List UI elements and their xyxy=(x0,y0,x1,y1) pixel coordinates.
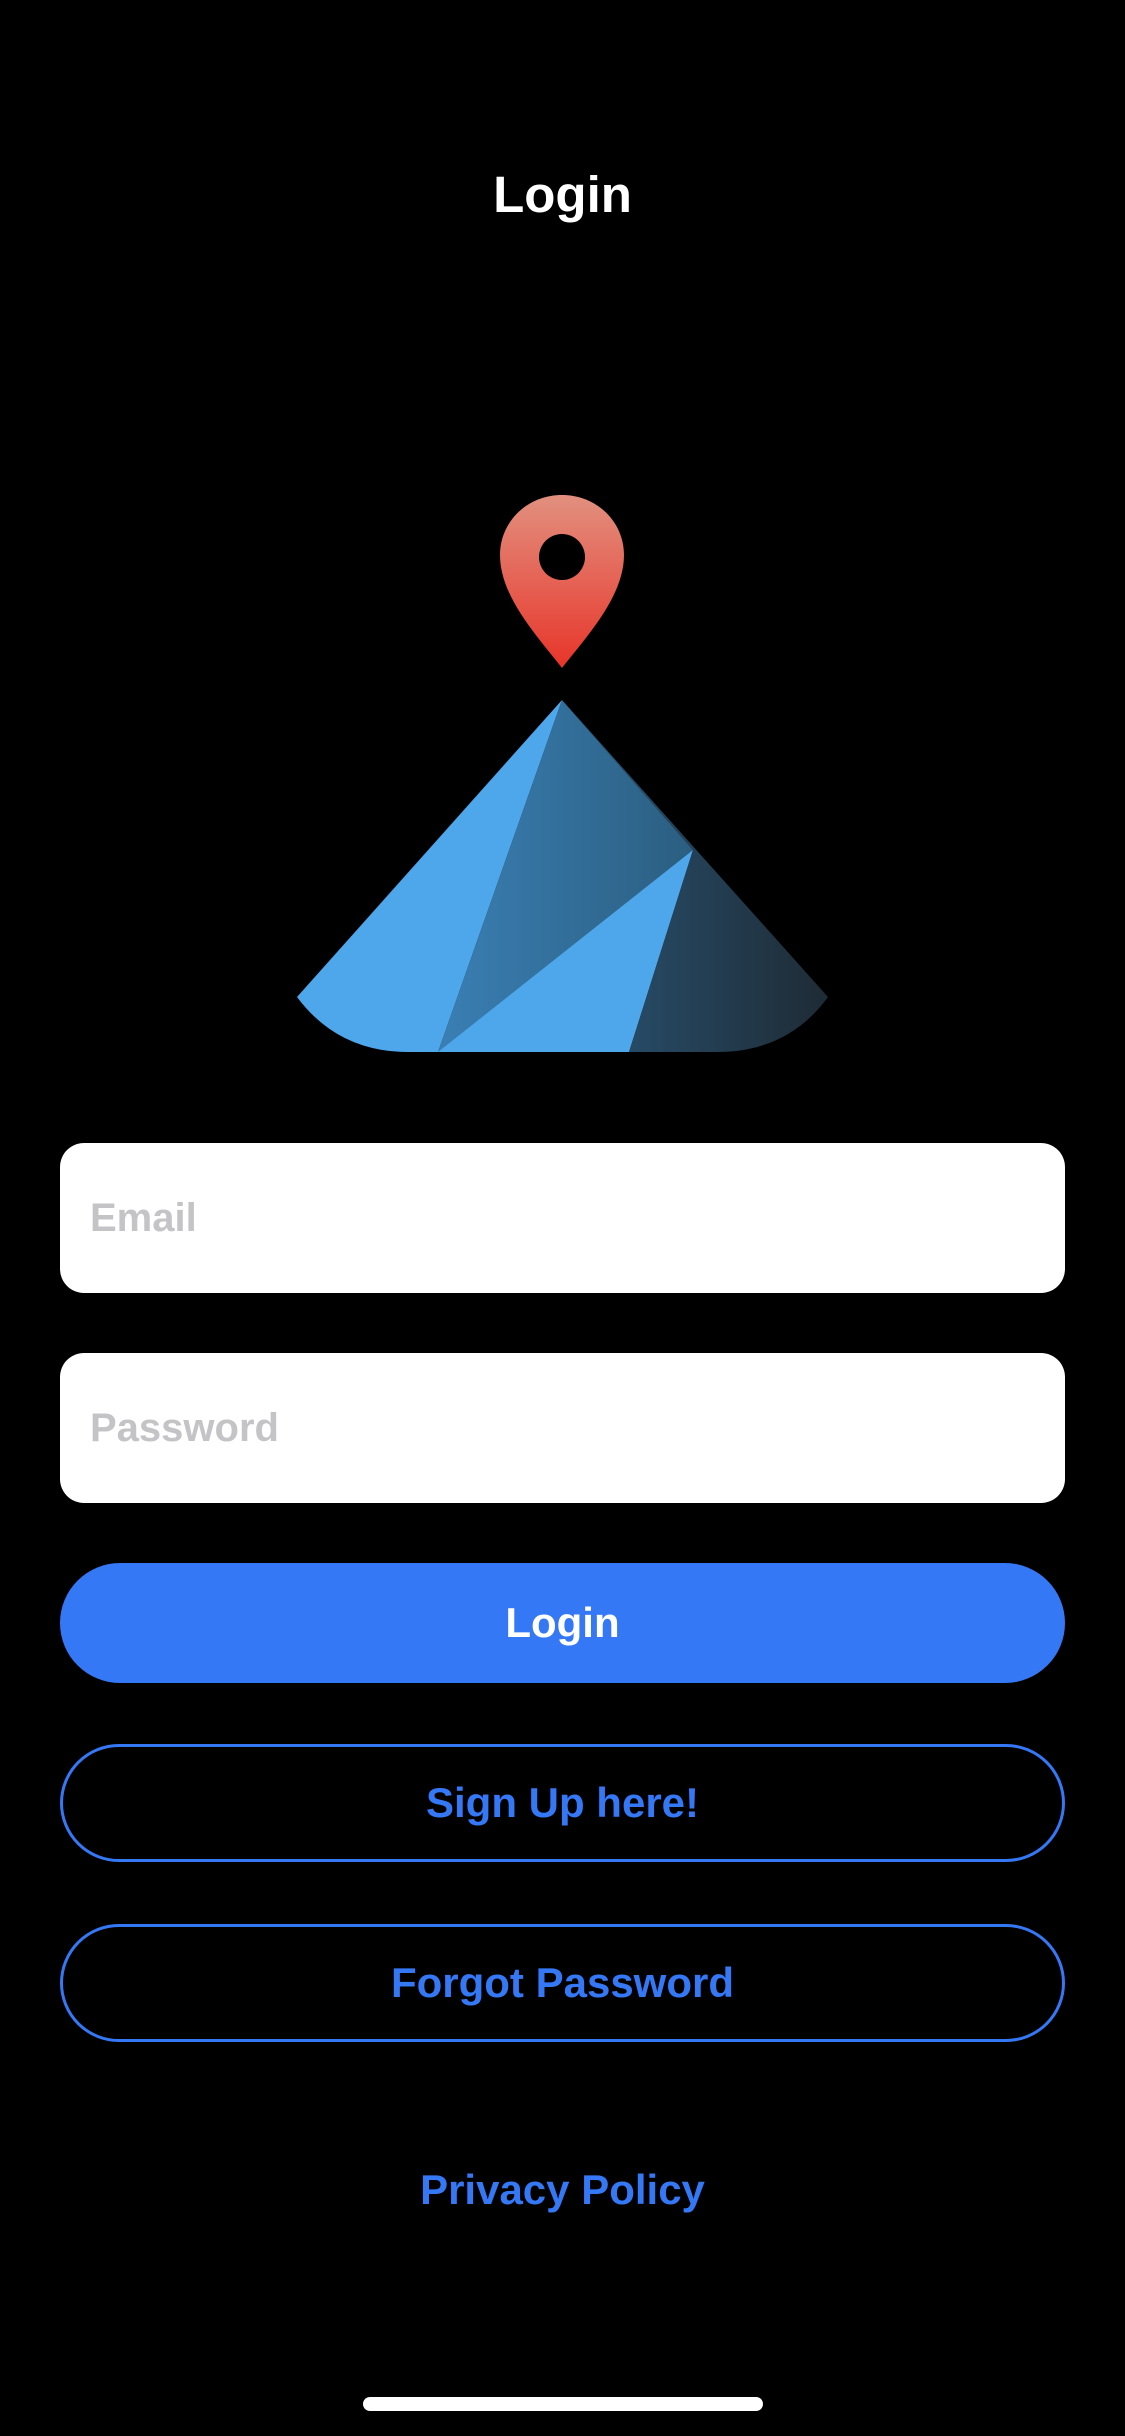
password-input[interactable] xyxy=(90,1353,1035,1503)
email-field[interactable] xyxy=(60,1143,1065,1293)
page-title: Login xyxy=(493,166,632,223)
sign-up-button[interactable]: Sign Up here! xyxy=(60,1744,1065,1862)
login-screen: Login Email Login Sign Up here! Forgot P… xyxy=(0,0,1125,2436)
mountain-pin-logo-graphic xyxy=(297,495,828,1052)
login-button[interactable]: Login xyxy=(60,1563,1065,1683)
map-pin-icon xyxy=(500,495,624,668)
email-input[interactable] xyxy=(90,1143,1035,1293)
app-logo xyxy=(280,485,845,1060)
privacy-policy-link[interactable]: Privacy Policy xyxy=(0,2160,1125,2220)
home-indicator[interactable] xyxy=(363,2397,763,2411)
password-field[interactable] xyxy=(60,1353,1065,1503)
forgot-password-button[interactable]: Forgot Password xyxy=(60,1924,1065,2042)
mountain-icon xyxy=(297,700,828,1052)
